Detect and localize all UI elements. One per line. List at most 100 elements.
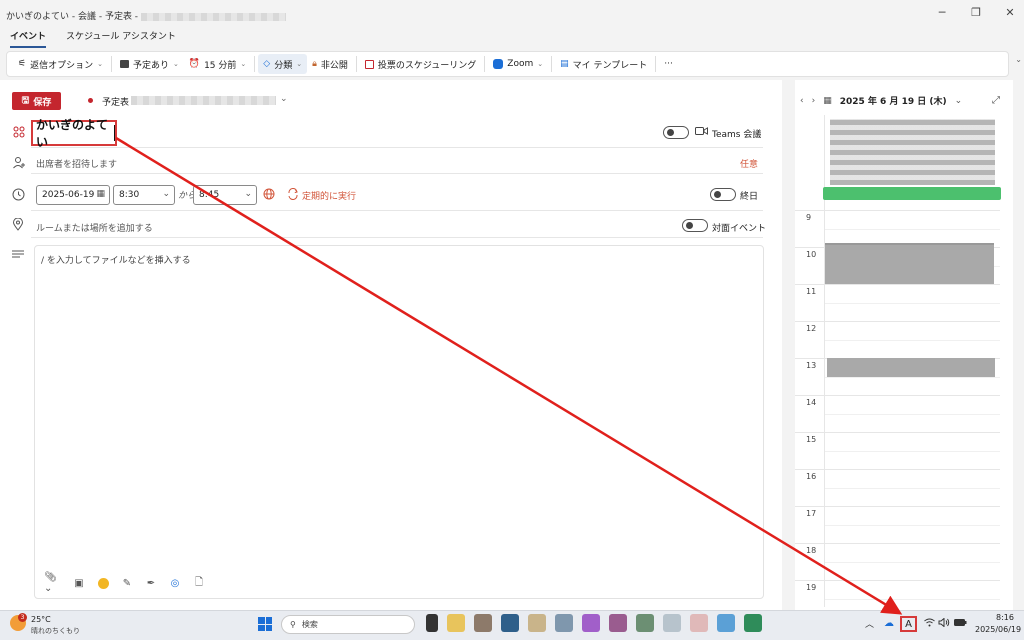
hour-label: 18 <box>806 546 817 555</box>
onedrive-cloud-icon[interactable]: ☁ <box>884 618 894 629</box>
calendar-label[interactable]: 予定表 <box>102 95 129 108</box>
insert-file-icon[interactable]: 🗋︎ <box>192 576 206 590</box>
hour-label: 9 <box>806 213 812 222</box>
divider <box>655 56 657 72</box>
start-date-picker[interactable]: 2025-06-19 ▦ <box>36 185 110 205</box>
reply-options-label: 返信オプション <box>30 60 94 71</box>
start-time-select[interactable]: 8:30 ⌄ <box>113 185 175 205</box>
taskbar-app-icon[interactable] <box>663 614 681 632</box>
loop-component-icon[interactable]: ◎ <box>168 576 182 590</box>
weather-temperature[interactable]: 25°C <box>31 615 51 624</box>
ribbon-scroll-chevron-icon[interactable]: ⌄ <box>1015 55 1022 64</box>
show-hidden-icons-chevron-icon[interactable]: ︿ <box>865 617 874 630</box>
pinned-apps <box>426 614 762 632</box>
taskbar-app-icon[interactable] <box>447 614 465 632</box>
next-day-icon[interactable]: › <box>812 96 816 106</box>
close-icon[interactable]: ✕ <box>1004 6 1016 20</box>
calendar-event-block[interactable] <box>827 358 995 377</box>
more-options-button[interactable]: ··· <box>659 54 678 74</box>
my-templates-label: マイ テンプレート <box>572 60 648 71</box>
reply-options-button[interactable]: ⚟ 返信オプション ⌄ <box>13 54 108 74</box>
chevron-down-icon: ⌄ <box>240 60 247 68</box>
restore-icon[interactable]: ❐ <box>970 6 982 20</box>
half-hour-line <box>825 413 1000 415</box>
alarm-clock-icon: ⏰ <box>188 59 201 69</box>
hour-line <box>795 469 1000 470</box>
minimize-icon[interactable]: ─ <box>936 6 948 20</box>
tab-strip: イベント スケジュール アシスタント <box>0 30 176 48</box>
scheduling-poll-button[interactable]: 投票のスケジューリング <box>360 54 481 74</box>
globe-icon[interactable] <box>263 188 275 200</box>
end-time-select[interactable]: 8:45 ⌄ <box>193 185 257 205</box>
calendar-event-block[interactable] <box>830 119 995 185</box>
windows-start-icon[interactable] <box>258 617 272 631</box>
weather-description[interactable]: 晴れのちくもり <box>31 626 80 636</box>
redacted-calendar-name <box>131 96 276 105</box>
busy-status-button[interactable]: 予定あり ⌄ <box>115 54 184 74</box>
previous-day-icon[interactable]: ‹ <box>800 96 804 106</box>
chevron-down-icon: ⌄ <box>172 60 179 68</box>
taskbar-app-icon[interactable] <box>501 614 519 632</box>
clock-date[interactable]: 2025/06/19 <box>975 625 1021 634</box>
optional-attendees-link[interactable]: 任意 <box>740 157 758 170</box>
taskbar-app-icon[interactable] <box>744 614 762 632</box>
tab-event[interactable]: イベント <box>10 30 47 48</box>
teams-meeting-toggle[interactable] <box>663 126 689 139</box>
battery-icon[interactable] <box>954 618 967 627</box>
chevron-down-icon[interactable]: ⌄ <box>280 94 288 104</box>
save-icon: 🖫︎ <box>21 96 30 106</box>
divider <box>484 56 486 72</box>
taskbar-app-icon[interactable] <box>474 614 492 632</box>
zoom-label: Zoom <box>507 59 534 69</box>
chevron-down-icon: ⌄ <box>296 60 303 68</box>
body-placeholder-text: / を入力してファイルなどを挿入する <box>41 256 191 266</box>
event-body-editor[interactable] <box>34 245 764 599</box>
save-button[interactable]: 🖫︎ 保存 <box>12 92 61 110</box>
in-person-event-toggle[interactable] <box>682 219 708 232</box>
taskbar-app-icon[interactable] <box>717 614 735 632</box>
divider <box>31 210 763 211</box>
wifi-icon[interactable] <box>924 618 935 627</box>
taskbar-app-icon[interactable] <box>555 614 573 632</box>
all-day-toggle[interactable] <box>710 188 736 201</box>
teams-meeting-label: Teams 会議 <box>712 130 762 140</box>
hour-label: 19 <box>806 583 817 592</box>
chevron-down-icon: ⌄ <box>537 60 544 68</box>
insert-picture-icon[interactable]: ▣ <box>72 576 86 590</box>
attendees-input[interactable]: 出席者を招待します <box>36 157 117 170</box>
location-input[interactable]: ルームまたは場所を追加する <box>36 221 153 234</box>
calendar-date-label[interactable]: 2025 年 6 月 19 日 (木) <box>840 94 947 107</box>
volume-icon[interactable] <box>938 618 950 627</box>
make-recurring-link[interactable]: 定期的に実行 <box>302 189 356 202</box>
task-view-icon[interactable] <box>426 614 438 632</box>
hour-label: 12 <box>806 324 817 333</box>
chevron-down-icon[interactable]: ⌄ <box>955 96 963 106</box>
today-calendar-icon[interactable]: ▦ <box>823 96 832 106</box>
event-title-input[interactable]: かいぎのよてい <box>31 118 117 149</box>
taskbar-search-input[interactable]: ⚲ 検索 <box>281 615 415 634</box>
taskbar-app-icon[interactable] <box>528 614 546 632</box>
half-hour-line <box>825 561 1000 563</box>
clock-time[interactable]: 8:16 <box>996 613 1014 622</box>
private-button[interactable]: 🔒︎ 非公開 <box>307 54 353 74</box>
format-painter-icon[interactable]: ✎ <box>120 576 134 590</box>
clock-icon <box>12 188 26 202</box>
tab-scheduling-assistant[interactable]: スケジュール アシスタント <box>66 30 176 48</box>
draw-pen-icon[interactable]: ✒ <box>144 576 158 590</box>
search-icon: ⚲ <box>290 620 296 629</box>
busy-status-icon <box>119 60 129 68</box>
reminder-button[interactable]: ⏰ 15 分前 ⌄ <box>184 54 251 74</box>
all-day-event-bar[interactable] <box>823 187 1001 200</box>
ime-mode-indicator[interactable]: A <box>900 616 917 632</box>
categorize-button[interactable]: ◇ 分類 ⌄ <box>258 54 308 74</box>
my-templates-button[interactable]: ▤ マイ テンプレート <box>555 54 652 74</box>
taskbar-app-icon[interactable] <box>609 614 627 632</box>
emoji-icon[interactable] <box>96 576 110 590</box>
attach-file-icon[interactable]: 📎︎⌄ <box>44 572 62 594</box>
taskbar-app-icon[interactable] <box>582 614 600 632</box>
expand-icon[interactable]: ⤢ <box>992 95 1000 106</box>
taskbar-app-icon[interactable] <box>690 614 708 632</box>
calendar-event-block[interactable] <box>825 243 994 284</box>
taskbar-app-icon[interactable] <box>636 614 654 632</box>
zoom-button[interactable]: Zoom ⌄ <box>488 54 548 74</box>
